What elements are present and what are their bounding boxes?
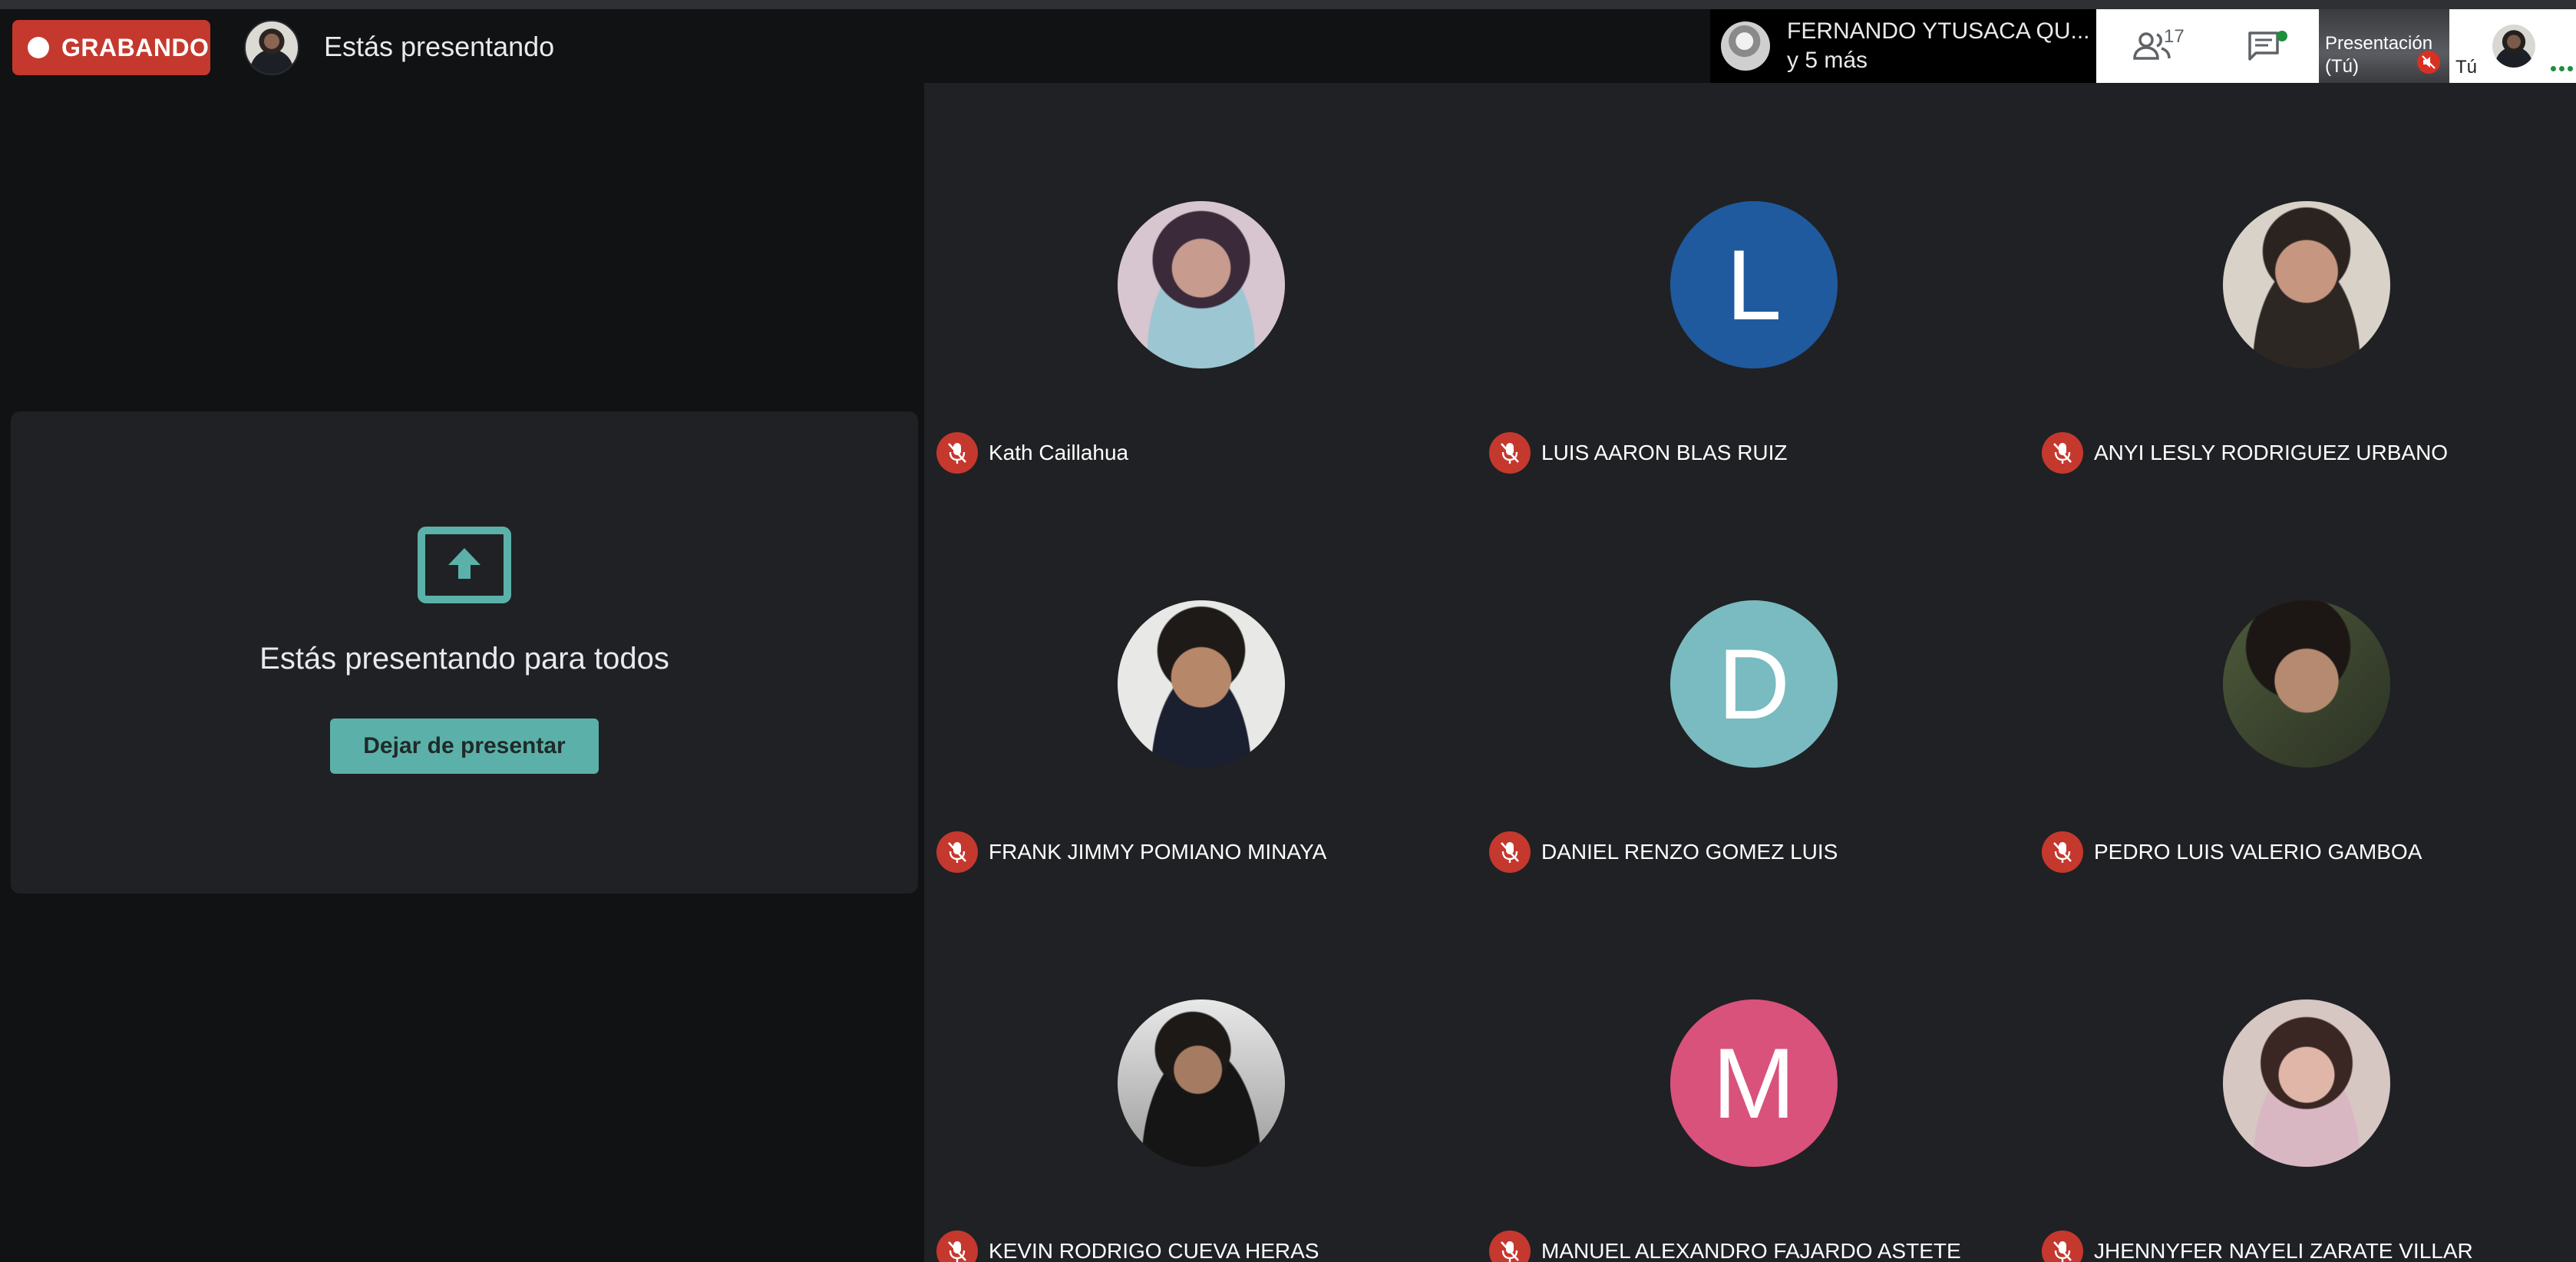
self-mini-tile[interactable]: Tú — [2449, 9, 2576, 83]
participant-avatar — [1118, 201, 1285, 368]
active-speaker-avatar — [1721, 21, 1770, 71]
participant-tile[interactable]: Kath Caillahua — [924, 83, 1477, 482]
mic-off-icon — [936, 1231, 978, 1262]
chat-button[interactable] — [2208, 9, 2319, 83]
participant-name-row: Kath Caillahua — [936, 432, 1128, 474]
participant-name-row: PEDRO LUIS VALERIO GAMBOA — [2042, 831, 2422, 873]
avatar-letter: L — [1726, 229, 1782, 341]
chat-unread-dot — [2277, 31, 2287, 41]
mic-off-icon — [936, 432, 978, 474]
recording-label: GRABANDO — [61, 33, 210, 61]
participant-name: KEVIN RODRIGO CUEVA HERAS — [989, 1239, 1319, 1262]
participant-count: 17 — [2164, 26, 2185, 47]
participant-avatar: L — [1670, 201, 1838, 368]
participant-name: Kath Caillahua — [989, 441, 1129, 464]
participant-tile[interactable]: D DANIEL RENZO GOMEZ LUIS — [1477, 482, 2029, 881]
presenter-avatar — [244, 20, 299, 75]
participant-grid: Kath Caillahua L LUIS AARON BLAS RUIZ AN… — [924, 83, 2576, 1262]
page-title: Estás presentando — [324, 31, 555, 62]
mic-off-icon — [936, 831, 978, 873]
participant-name: ANYI LESLY RODRIGUEZ URBANO — [2094, 441, 2449, 464]
speaker-muted-icon — [2417, 51, 2440, 74]
participant-tile[interactable]: M MANUEL ALEXANDRO FAJARDO ASTETE — [1477, 881, 2029, 1262]
chat-icon — [2247, 31, 2279, 61]
active-speaker-name: FERNANDO YTUSACA QU... — [1787, 18, 2090, 44]
people-button[interactable]: 17 — [2096, 9, 2208, 83]
mic-off-icon — [2042, 1231, 2083, 1262]
participant-name: MANUEL ALEXANDRO FAJARDO ASTETE — [1541, 1239, 1961, 1262]
participant-name-row: LUIS AARON BLAS RUIZ — [1489, 432, 1788, 474]
recording-dot-icon — [28, 37, 49, 58]
participant-avatar — [1118, 600, 1285, 768]
active-speaker-box[interactable]: FERNANDO YTUSACA QU... y 5 más — [1710, 9, 2096, 83]
participant-name: PEDRO LUIS VALERIO GAMBOA — [2094, 840, 2422, 864]
participant-avatar — [2223, 201, 2390, 368]
participant-avatar — [2223, 600, 2390, 768]
avatar-letter: M — [1712, 1027, 1796, 1139]
participant-tile[interactable]: PEDRO LUIS VALERIO GAMBOA — [2029, 482, 2576, 881]
meeting-window: GRABANDO Estás presentando FERNANDO YTUS… — [0, 0, 2576, 1262]
recording-badge[interactable]: GRABANDO — [12, 20, 210, 75]
active-speaker-more: y 5 más — [1787, 48, 1868, 73]
mic-off-icon — [1489, 831, 1531, 873]
participant-tile[interactable]: ANYI LESLY RODRIGUEZ URBANO — [2029, 83, 2576, 482]
participant-name-row: MANUEL ALEXANDRO FAJARDO ASTETE — [1489, 1231, 1961, 1262]
meeting-controls: 17 — [2096, 9, 2319, 83]
participant-avatar: M — [1670, 999, 1838, 1167]
mic-off-icon — [2042, 831, 2083, 873]
avatar-letter: D — [1718, 628, 1790, 740]
participant-name-row: KEVIN RODRIGO CUEVA HERAS — [936, 1231, 1319, 1262]
participant-name: LUIS AARON BLAS RUIZ — [1541, 441, 1788, 464]
participant-name: JHENNYFER NAYELI ZARATE VILLAR — [2094, 1239, 2473, 1262]
present-screen-icon — [418, 527, 511, 603]
more-options-icon[interactable] — [2551, 66, 2573, 71]
mic-off-icon — [2042, 432, 2083, 474]
participant-avatar — [1118, 999, 1285, 1167]
window-top-edge — [0, 0, 2576, 9]
participant-avatar — [2223, 999, 2390, 1167]
participant-name-row: DANIEL RENZO GOMEZ LUIS — [1489, 831, 1838, 873]
self-mini-label: Tú — [2455, 57, 2478, 78]
stop-presenting-button[interactable]: Dejar de presentar — [330, 719, 599, 774]
participant-name-row: ANYI LESLY RODRIGUEZ URBANO — [2042, 432, 2448, 474]
presenting-panel: Estás presentando para todos Dejar de pr… — [11, 411, 918, 894]
presenting-message: Estás presentando para todos — [259, 642, 669, 676]
self-mini-avatar — [2492, 25, 2535, 68]
participant-tile[interactable]: JHENNYFER NAYELI ZARATE VILLAR — [2029, 881, 2576, 1262]
participant-tile[interactable]: L LUIS AARON BLAS RUIZ — [1477, 83, 2029, 482]
presentation-mini-tile[interactable]: Presentación (Tú) — [2319, 9, 2449, 83]
participant-avatar: D — [1670, 600, 1838, 768]
mic-off-icon — [1489, 432, 1531, 474]
participant-name: DANIEL RENZO GOMEZ LUIS — [1541, 840, 1838, 864]
participant-name: FRANK JIMMY POMIANO MINAYA — [989, 840, 1327, 864]
participant-tile[interactable]: FRANK JIMMY POMIANO MINAYA — [924, 482, 1477, 881]
participant-name-row: FRANK JIMMY POMIANO MINAYA — [936, 831, 1326, 873]
active-speaker-text: FERNANDO YTUSACA QU... y 5 más — [1787, 17, 2090, 75]
participant-tile[interactable]: KEVIN RODRIGO CUEVA HERAS — [924, 881, 1477, 1262]
participant-name-row: JHENNYFER NAYELI ZARATE VILLAR — [2042, 1231, 2473, 1262]
mic-off-icon — [1489, 1231, 1531, 1262]
